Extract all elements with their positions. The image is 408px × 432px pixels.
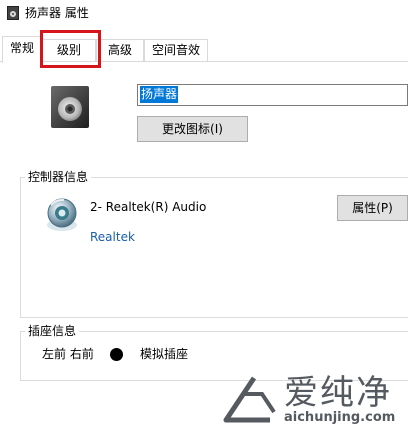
tab-advanced[interactable]: 高级 [96, 39, 144, 62]
speaker-device-icon [51, 86, 89, 128]
device-name-value: 扬声器 [140, 86, 179, 103]
window-title: 扬声器 属性 [25, 6, 89, 20]
jack-info-label: 插座信息 [25, 324, 80, 338]
controller-vendor-link[interactable]: Realtek [90, 229, 135, 245]
audio-chip-icon [47, 198, 77, 231]
tab-general[interactable]: 常规 [2, 36, 42, 63]
jack-color-dot [110, 348, 123, 361]
watermark-brand-en: aichunjing.com [284, 410, 396, 425]
device-name-input[interactable]: 扬声器 [137, 84, 408, 106]
tab-levels[interactable]: 级别 [42, 39, 96, 62]
tab-strip: 常规 级别 高级 空间音效 [0, 36, 408, 63]
jack-type: 模拟插座 [140, 347, 189, 361]
jack-position: 左前 右前 [42, 347, 94, 361]
title-bar: 扬声器 属性 [0, 0, 408, 28]
controller-device-name: 2- Realtek(R) Audio [90, 200, 207, 214]
speaker-icon [7, 6, 19, 20]
controller-info-label: 控制器信息 [25, 170, 92, 184]
watermark-brand-cn: 爱纯净 [284, 373, 392, 413]
controller-properties-button[interactable]: 属性(P) [337, 195, 408, 221]
tab-spatial-sound[interactable]: 空间音效 [144, 39, 208, 62]
change-icon-button[interactable]: 更改图标(I) [137, 116, 248, 142]
